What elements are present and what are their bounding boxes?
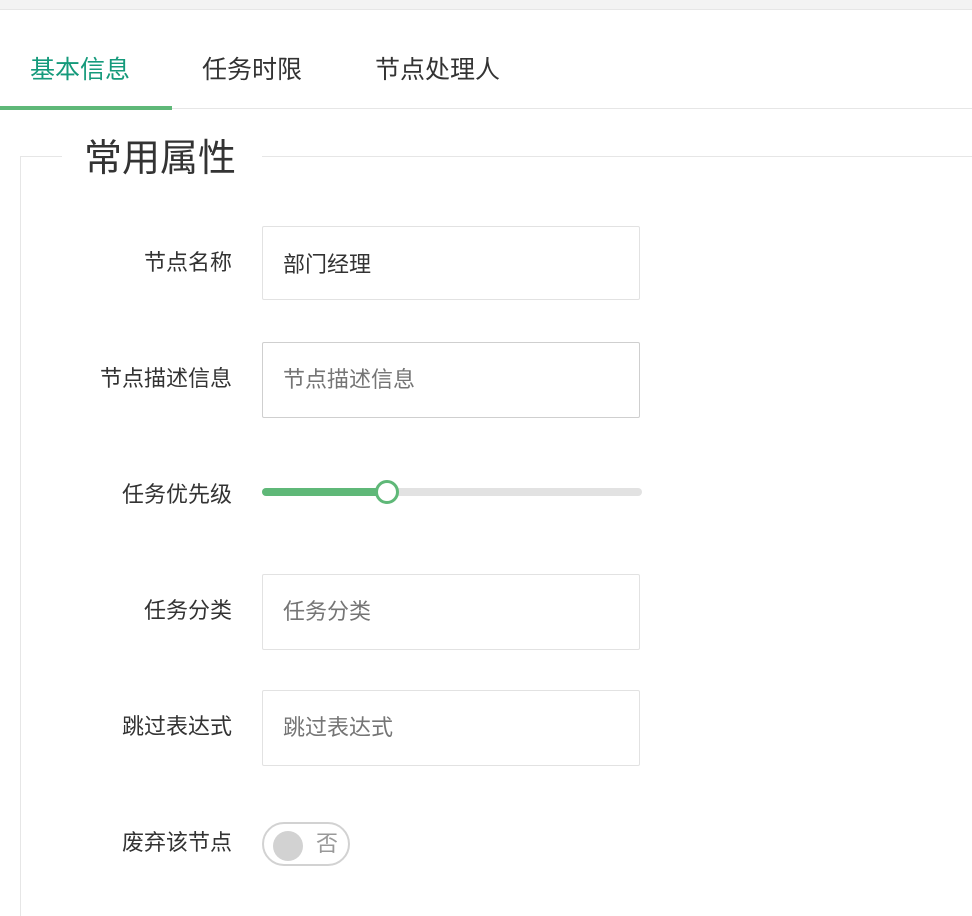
task-category-input[interactable] [262, 574, 640, 650]
switch-knob [273, 831, 303, 861]
fieldset-border-top-right [262, 156, 972, 157]
skip-expression-label: 跳过表达式 [121, 715, 232, 740]
tab-basic-info[interactable]: 基本信息 [30, 50, 130, 90]
tab-task-time-limit[interactable]: 任务时限 [202, 50, 302, 90]
tab-bar: 基本信息 任务时限 节点处理人 [0, 30, 972, 110]
slider-handle[interactable] [375, 480, 399, 504]
slider-fill [262, 488, 387, 496]
fieldset-border-left [20, 156, 21, 916]
tab-node-handler[interactable]: 节点处理人 [375, 50, 500, 90]
task-priority-label: 任务优先级 [121, 483, 232, 508]
discard-node-switch[interactable]: 否 [262, 822, 350, 866]
node-description-label: 节点描述信息 [99, 367, 232, 392]
section-legend: 常用属性 [84, 136, 237, 180]
node-name-label: 节点名称 [143, 251, 232, 276]
node-name-input[interactable] [262, 226, 640, 300]
active-tab-indicator [0, 106, 172, 110]
switch-state-text: 否 [316, 832, 339, 857]
task-category-label: 任务分类 [143, 599, 232, 624]
node-description-input[interactable] [262, 342, 640, 418]
fieldset-border-top-left [20, 156, 62, 157]
top-strip [0, 0, 972, 10]
skip-expression-input[interactable] [262, 690, 640, 766]
task-priority-slider[interactable] [262, 476, 642, 508]
discard-node-label: 废弃该节点 [121, 831, 232, 856]
